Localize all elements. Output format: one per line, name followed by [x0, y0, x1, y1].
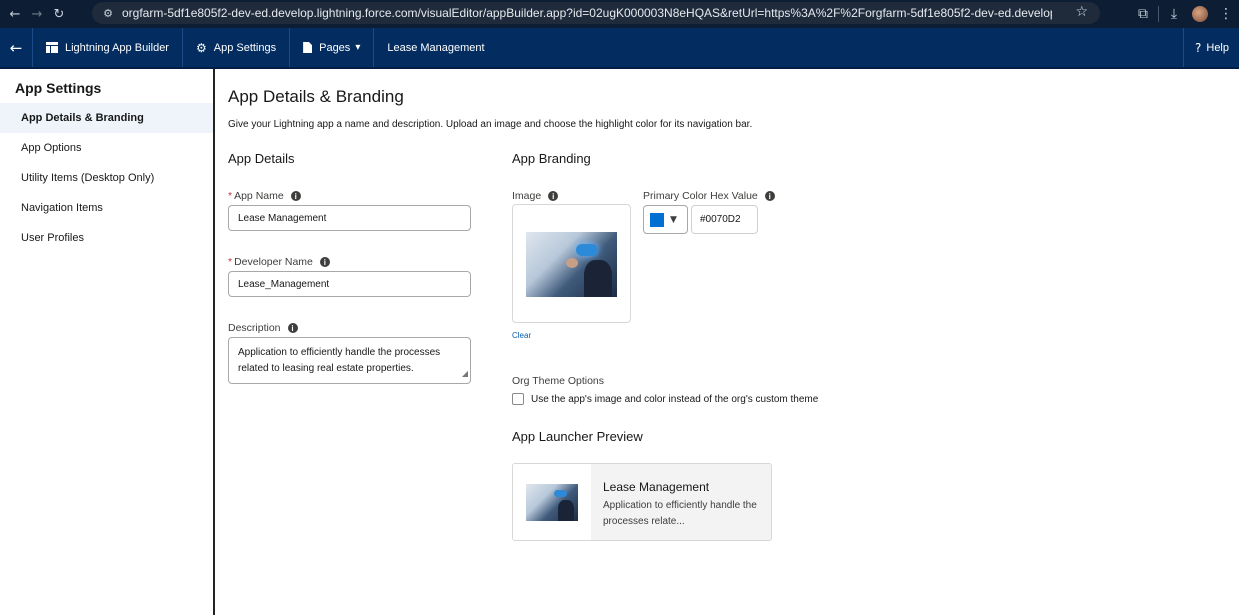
description-textarea[interactable]: Application to efficiently handle the pr…	[228, 337, 471, 384]
required-asterisk: *	[228, 256, 233, 268]
app-name-label: * App Name i	[228, 190, 301, 202]
app-launcher-preview-heading: App Launcher Preview	[512, 429, 643, 444]
thumbnail-person	[558, 500, 574, 521]
app-launcher-preview-card: Lease Management Application to efficien…	[512, 463, 772, 541]
thumbnail-hand	[566, 258, 578, 268]
browser-actions: ⧉ ⤓ ⋮	[1130, 0, 1239, 28]
address-bar[interactable]: ⚙ orgfarm-5df1e805f2-dev-ed.develop.ligh…	[92, 2, 1100, 24]
current-app-name: Lease Management	[374, 28, 497, 67]
primary-color-hex-input[interactable]: #0070D2	[691, 205, 758, 234]
app-branding-heading: App Branding	[512, 151, 591, 166]
info-icon[interactable]: i	[548, 191, 559, 201]
launcher-app-description: Application to efficiently handle the pr…	[603, 500, 757, 527]
sidebar-item-user-profiles[interactable]: User Profiles	[0, 223, 213, 253]
sidebar-item-navigation-items[interactable]: Navigation Items	[0, 193, 213, 223]
address-bar-url[interactable]: orgfarm-5df1e805f2-dev-ed.develop.lightn…	[122, 6, 1052, 20]
org-theme-checkbox-row[interactable]: Use the app's image and color instead of…	[512, 393, 818, 405]
app-image-thumbnail	[526, 232, 617, 297]
color-picker-button[interactable]: ▼	[643, 205, 688, 234]
org-theme-checkbox-label: Use the app's image and color instead of…	[531, 393, 819, 405]
info-icon[interactable]: i	[290, 191, 301, 201]
back-button[interactable]: ←	[0, 28, 33, 67]
color-swatch	[650, 212, 664, 227]
main-content: App Details & Branding Give your Lightni…	[217, 69, 1239, 615]
lightning-app-builder-menu[interactable]: Lightning App Builder	[33, 28, 183, 67]
browser-forward-icon[interactable]: →	[26, 3, 48, 25]
sidebar-item-utility-items[interactable]: Utility Items (Desktop Only)	[0, 163, 213, 193]
back-arrow-icon: ←	[9, 38, 23, 57]
developer-name-input[interactable]: Lease_Management	[228, 271, 471, 297]
description-label: Description i	[228, 322, 298, 334]
developer-name-label: * Developer Name i	[228, 256, 330, 268]
profile-avatar[interactable]	[1187, 1, 1213, 27]
primary-color-label-text: Primary Color Hex Value	[643, 190, 758, 202]
app-builder-icon	[46, 42, 58, 53]
app-settings-label: App Settings	[213, 41, 277, 54]
info-icon[interactable]: i	[319, 257, 330, 267]
browser-reload-icon[interactable]: ↻	[48, 3, 70, 25]
browser-toolbar: ← → ↻ ⚙ orgfarm-5df1e805f2-dev-ed.develo…	[0, 0, 1239, 28]
caret-down-icon: ▼	[670, 214, 677, 225]
bookmark-star-icon[interactable]: ☆	[1075, 4, 1088, 20]
app-details-heading: App Details	[228, 151, 295, 166]
site-settings-icon[interactable]: ⚙	[100, 5, 116, 21]
thumbnail-highlight	[576, 244, 598, 256]
launcher-app-name: Lease Management	[603, 480, 710, 494]
primary-color-label: Primary Color Hex Value i	[643, 190, 775, 202]
help-label: Help	[1206, 41, 1229, 54]
thumbnail-person	[584, 260, 612, 297]
sidebar-item-app-options[interactable]: App Options	[0, 133, 213, 163]
page-description: Give your Lightning app a name and descr…	[228, 119, 753, 130]
app-name-label-text: App Name	[234, 190, 284, 202]
launcher-app-image	[526, 484, 578, 521]
developer-name-label-text: Developer Name	[234, 256, 313, 268]
page-icon	[303, 42, 313, 53]
org-theme-label: Org Theme Options	[512, 375, 605, 387]
sidebar-item-app-details-branding[interactable]: App Details & Branding	[0, 103, 213, 133]
info-icon[interactable]: i	[287, 323, 298, 333]
pages-label: Pages	[319, 41, 351, 54]
browser-menu-icon[interactable]: ⋮	[1213, 1, 1239, 27]
question-icon: ?	[1195, 40, 1202, 55]
org-theme-checkbox[interactable]	[512, 393, 524, 405]
clear-image-link[interactable]: Clear	[512, 331, 531, 340]
toolbar-divider	[1158, 6, 1159, 22]
browser-back-icon[interactable]: ←	[4, 3, 26, 25]
info-icon[interactable]: i	[764, 191, 775, 201]
settings-sidebar: App Settings App Details & Branding App …	[0, 69, 215, 615]
avatar	[1192, 6, 1208, 22]
image-label-text: Image	[512, 190, 542, 202]
sidebar-title: App Settings	[15, 80, 102, 96]
page-title: App Details & Branding	[228, 87, 404, 106]
resize-handle-icon[interactable]: ◢	[462, 366, 468, 382]
app-name-input[interactable]: Lease Management	[228, 205, 471, 231]
download-icon[interactable]: ⤓	[1161, 1, 1187, 27]
chevron-down-icon: ▾	[355, 42, 361, 53]
image-upload-box[interactable]	[512, 204, 631, 323]
app-name-label: Lease Management	[387, 41, 485, 54]
app-settings-button[interactable]: ⚙ App Settings	[183, 28, 291, 67]
thumbnail-highlight	[554, 490, 567, 497]
app-builder-label: Lightning App Builder	[65, 41, 169, 54]
description-text: Application to efficiently handle the pr…	[238, 347, 441, 374]
required-asterisk: *	[228, 190, 233, 202]
extensions-icon[interactable]: ⧉	[1130, 1, 1156, 27]
gear-icon: ⚙	[195, 40, 207, 55]
help-button[interactable]: ? Help	[1183, 28, 1239, 67]
description-label-text: Description	[228, 322, 281, 334]
pages-dropdown[interactable]: Pages ▾	[290, 28, 375, 67]
image-label: Image i	[512, 190, 559, 202]
launcher-thumbnail-area	[513, 464, 591, 540]
app-builder-header: ← Lightning App Builder ⚙ App Settings P…	[0, 28, 1239, 69]
